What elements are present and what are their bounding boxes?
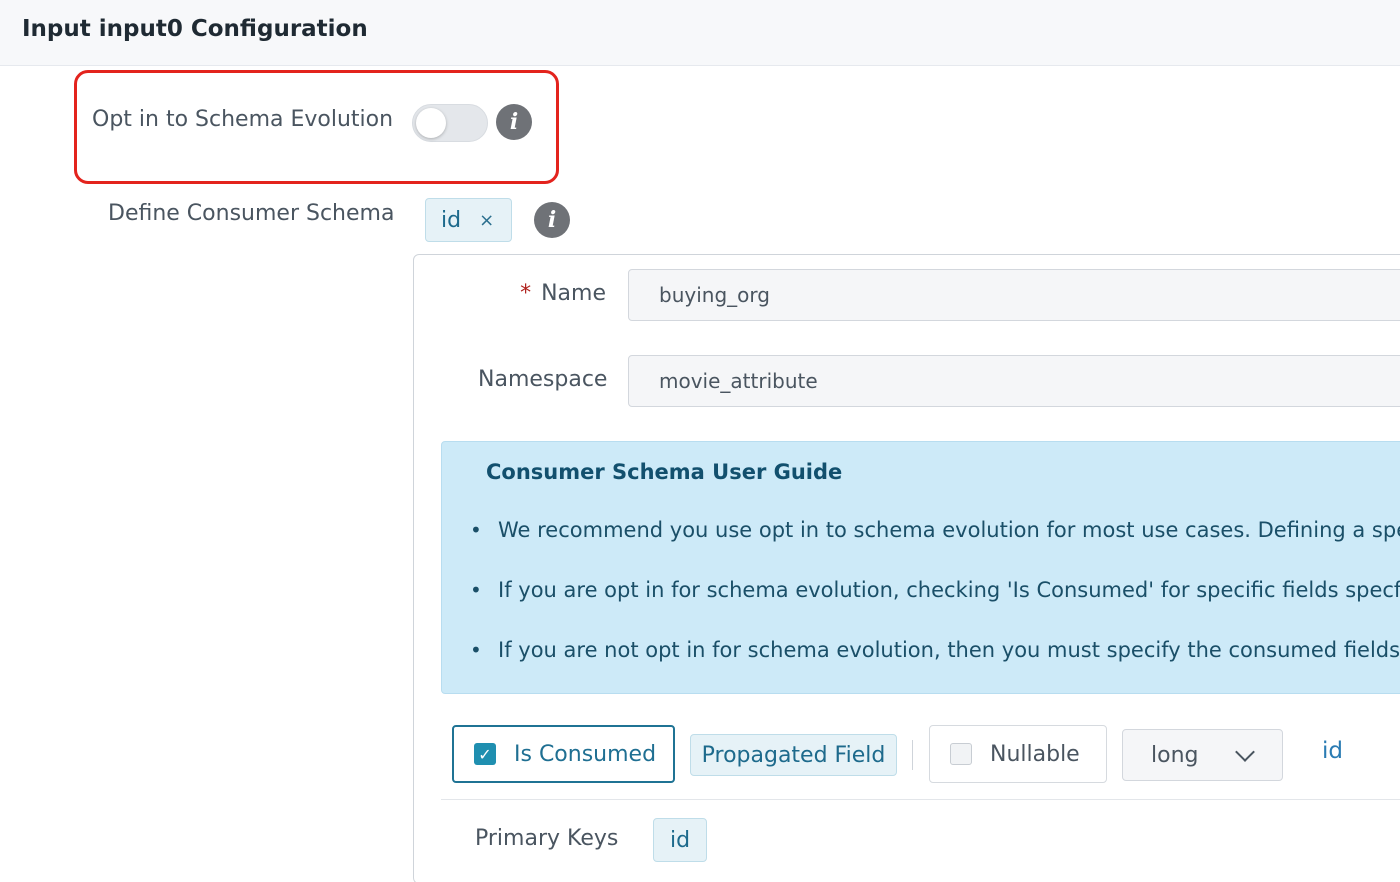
- primary-keys-label: Primary Keys: [475, 826, 619, 851]
- name-label-text: Name: [541, 281, 606, 306]
- configuration-page: Input input0 Configuration Opt in to Sch…: [0, 0, 1400, 882]
- info-icon[interactable]: i: [534, 202, 570, 238]
- propagated-field-tag[interactable]: Propagated Field: [690, 734, 897, 776]
- name-label: * Name: [520, 281, 606, 306]
- name-input[interactable]: buying_org: [628, 269, 1400, 321]
- guide-item: • If you are opt in for schema evolution,…: [470, 578, 1400, 602]
- consumer-schema-label: Define Consumer Schema: [108, 201, 395, 226]
- field-name[interactable]: id: [1322, 738, 1343, 764]
- guide-item: • If you are not opt in for schema evolut…: [470, 638, 1400, 662]
- is-consumed-label: Is Consumed: [514, 741, 657, 767]
- namespace-label: Namespace: [478, 367, 608, 392]
- nullable-label: Nullable: [990, 741, 1080, 767]
- info-icon[interactable]: i: [496, 104, 532, 140]
- is-consumed-button[interactable]: ✓ Is Consumed: [452, 725, 675, 783]
- consumer-schema-tag: id ×: [425, 198, 512, 242]
- schema-evolution-label: Opt in to Schema Evolution: [92, 107, 394, 132]
- header: Input input0 Configuration: [0, 0, 1400, 66]
- namespace-input[interactable]: movie_attribute: [628, 355, 1400, 407]
- type-select[interactable]: long: [1122, 729, 1283, 781]
- checkbox-checked-icon: ✓: [474, 743, 496, 765]
- type-select-value: long: [1151, 742, 1199, 768]
- row-separator: [441, 799, 1400, 800]
- toggle-knob: [416, 108, 446, 138]
- guide-item: • We recommend you use opt in to schema e…: [470, 518, 1400, 542]
- chevron-down-icon: [1235, 742, 1255, 762]
- guide-title: Consumer Schema User Guide: [486, 460, 843, 484]
- consumer-schema-tag-label: id: [441, 207, 462, 233]
- primary-key-tag[interactable]: id: [653, 818, 707, 862]
- required-mark: *: [520, 281, 532, 306]
- user-guide: Consumer Schema User Guide • We recommend…: [441, 441, 1400, 694]
- schema-evolution-toggle[interactable]: [412, 104, 488, 142]
- close-icon[interactable]: ×: [479, 210, 494, 231]
- checkbox-unchecked-icon: [950, 743, 972, 765]
- nullable-button[interactable]: Nullable: [929, 725, 1107, 783]
- page-title: Input input0 Configuration: [22, 16, 368, 42]
- divider: [912, 740, 913, 770]
